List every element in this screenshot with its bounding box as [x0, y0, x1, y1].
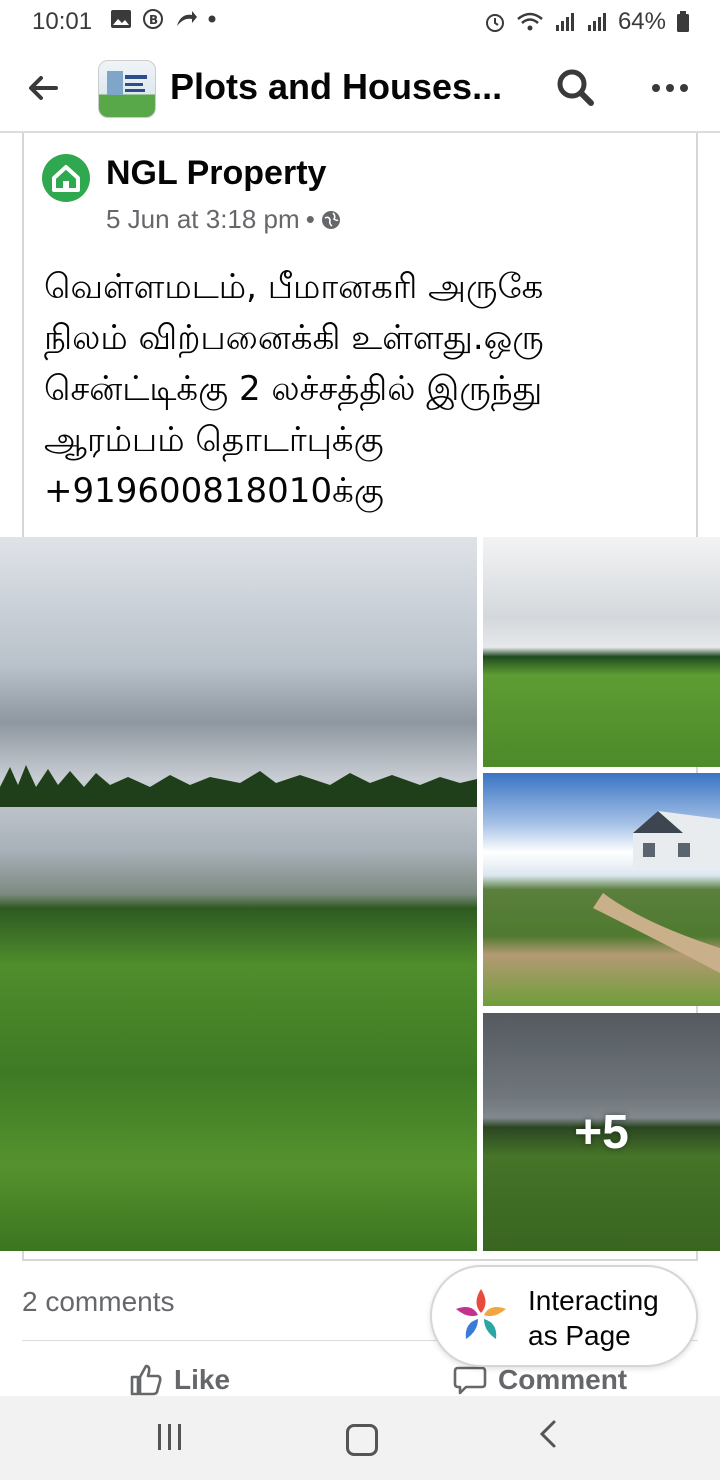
- status-time: 10:01: [32, 8, 93, 35]
- recent-apps-button[interactable]: [158, 1424, 188, 1452]
- wifi-icon: [517, 12, 543, 31]
- pill-line2: as Page: [528, 1320, 631, 1351]
- signal-icon: [555, 13, 574, 31]
- post-meta: 5 Jun at 3:18 pm •: [106, 204, 341, 235]
- post-text: வெள்ளமடம், பீமானகரி அருகே நிலம் விற்பனைக…: [44, 262, 674, 517]
- group-cover-image: [107, 71, 147, 95]
- gallery-notification-icon: [111, 10, 131, 28]
- globe-icon: [321, 210, 340, 229]
- post-photo-2[interactable]: [483, 537, 720, 767]
- post-timestamp[interactable]: 5 Jun at 3:18 pm: [106, 204, 300, 235]
- post-text-line: ஆரம்பம் தொடர்புக்கு: [44, 420, 384, 460]
- comments-count[interactable]: 2 comments: [22, 1286, 175, 1318]
- group-title: Plots and Houses...: [170, 66, 503, 107]
- post-text-line: சென்ட்டிக்கு 2 லச்சத்தில் இருந்து: [44, 369, 543, 409]
- post-text-line: நிலம் விற்பனைக்கி உள்ளது.ஒரு: [44, 318, 544, 358]
- system-back-button[interactable]: [536, 1416, 560, 1462]
- status-bar: 10:01 B 64%: [0, 0, 720, 44]
- recent-apps-icon: [158, 1424, 161, 1450]
- signal-icon: [587, 13, 606, 31]
- home-logo-icon: [52, 165, 80, 192]
- post-author[interactable]: NGL Property: [106, 154, 326, 193]
- like-icon: [130, 1364, 162, 1396]
- search-icon: [557, 69, 594, 106]
- status-right: 64%: [484, 8, 690, 36]
- more-options-button[interactable]: [650, 68, 694, 108]
- pill-line1: Interacting: [528, 1285, 659, 1316]
- post-photo-main[interactable]: [0, 537, 477, 1251]
- more-icon: [652, 84, 688, 92]
- app-bar: Plots and Houses...: [0, 44, 720, 132]
- post-photo-3[interactable]: [483, 773, 720, 1006]
- dot-icon: [208, 15, 216, 23]
- page-logo-icon: [456, 1289, 506, 1339]
- search-button[interactable]: [556, 68, 596, 108]
- battery-icon: [677, 11, 689, 32]
- system-nav-bar: [0, 1396, 720, 1480]
- comment-button[interactable]: Comment: [452, 1362, 627, 1398]
- like-button[interactable]: Like: [128, 1362, 230, 1398]
- interacting-as-page-pill[interactable]: Interacting as Page: [430, 1265, 698, 1367]
- home-button[interactable]: [346, 1424, 378, 1456]
- back-arrow-icon: [29, 76, 58, 100]
- comment-icon: [453, 1366, 487, 1395]
- battery-percent: 64%: [617, 8, 666, 35]
- post-photo-4[interactable]: +5: [483, 1013, 720, 1251]
- back-button[interactable]: [26, 68, 66, 108]
- author-avatar[interactable]: [42, 154, 90, 202]
- meta-separator: •: [305, 204, 315, 234]
- more-photos-overlay[interactable]: +5: [483, 1013, 720, 1251]
- pill-text: Interacting as Page: [528, 1283, 688, 1353]
- share-notification-icon: [177, 11, 197, 26]
- house-in-photo: [593, 811, 720, 973]
- notification-icons: B: [110, 8, 216, 30]
- comment-label: Comment: [498, 1364, 628, 1395]
- b-notification-icon: B: [143, 9, 163, 29]
- post-text-line: வெள்ளமடம், பீமானகரி அருகே: [44, 267, 544, 307]
- post-text-line: +919600818010க்கு: [44, 471, 384, 511]
- group-avatar[interactable]: [98, 60, 156, 118]
- like-label: Like: [174, 1364, 231, 1395]
- palm-trees-silhouette: [0, 765, 477, 807]
- alarm-icon: [485, 14, 504, 32]
- chevron-left-icon: [539, 1420, 556, 1448]
- svg-text:B: B: [149, 13, 158, 27]
